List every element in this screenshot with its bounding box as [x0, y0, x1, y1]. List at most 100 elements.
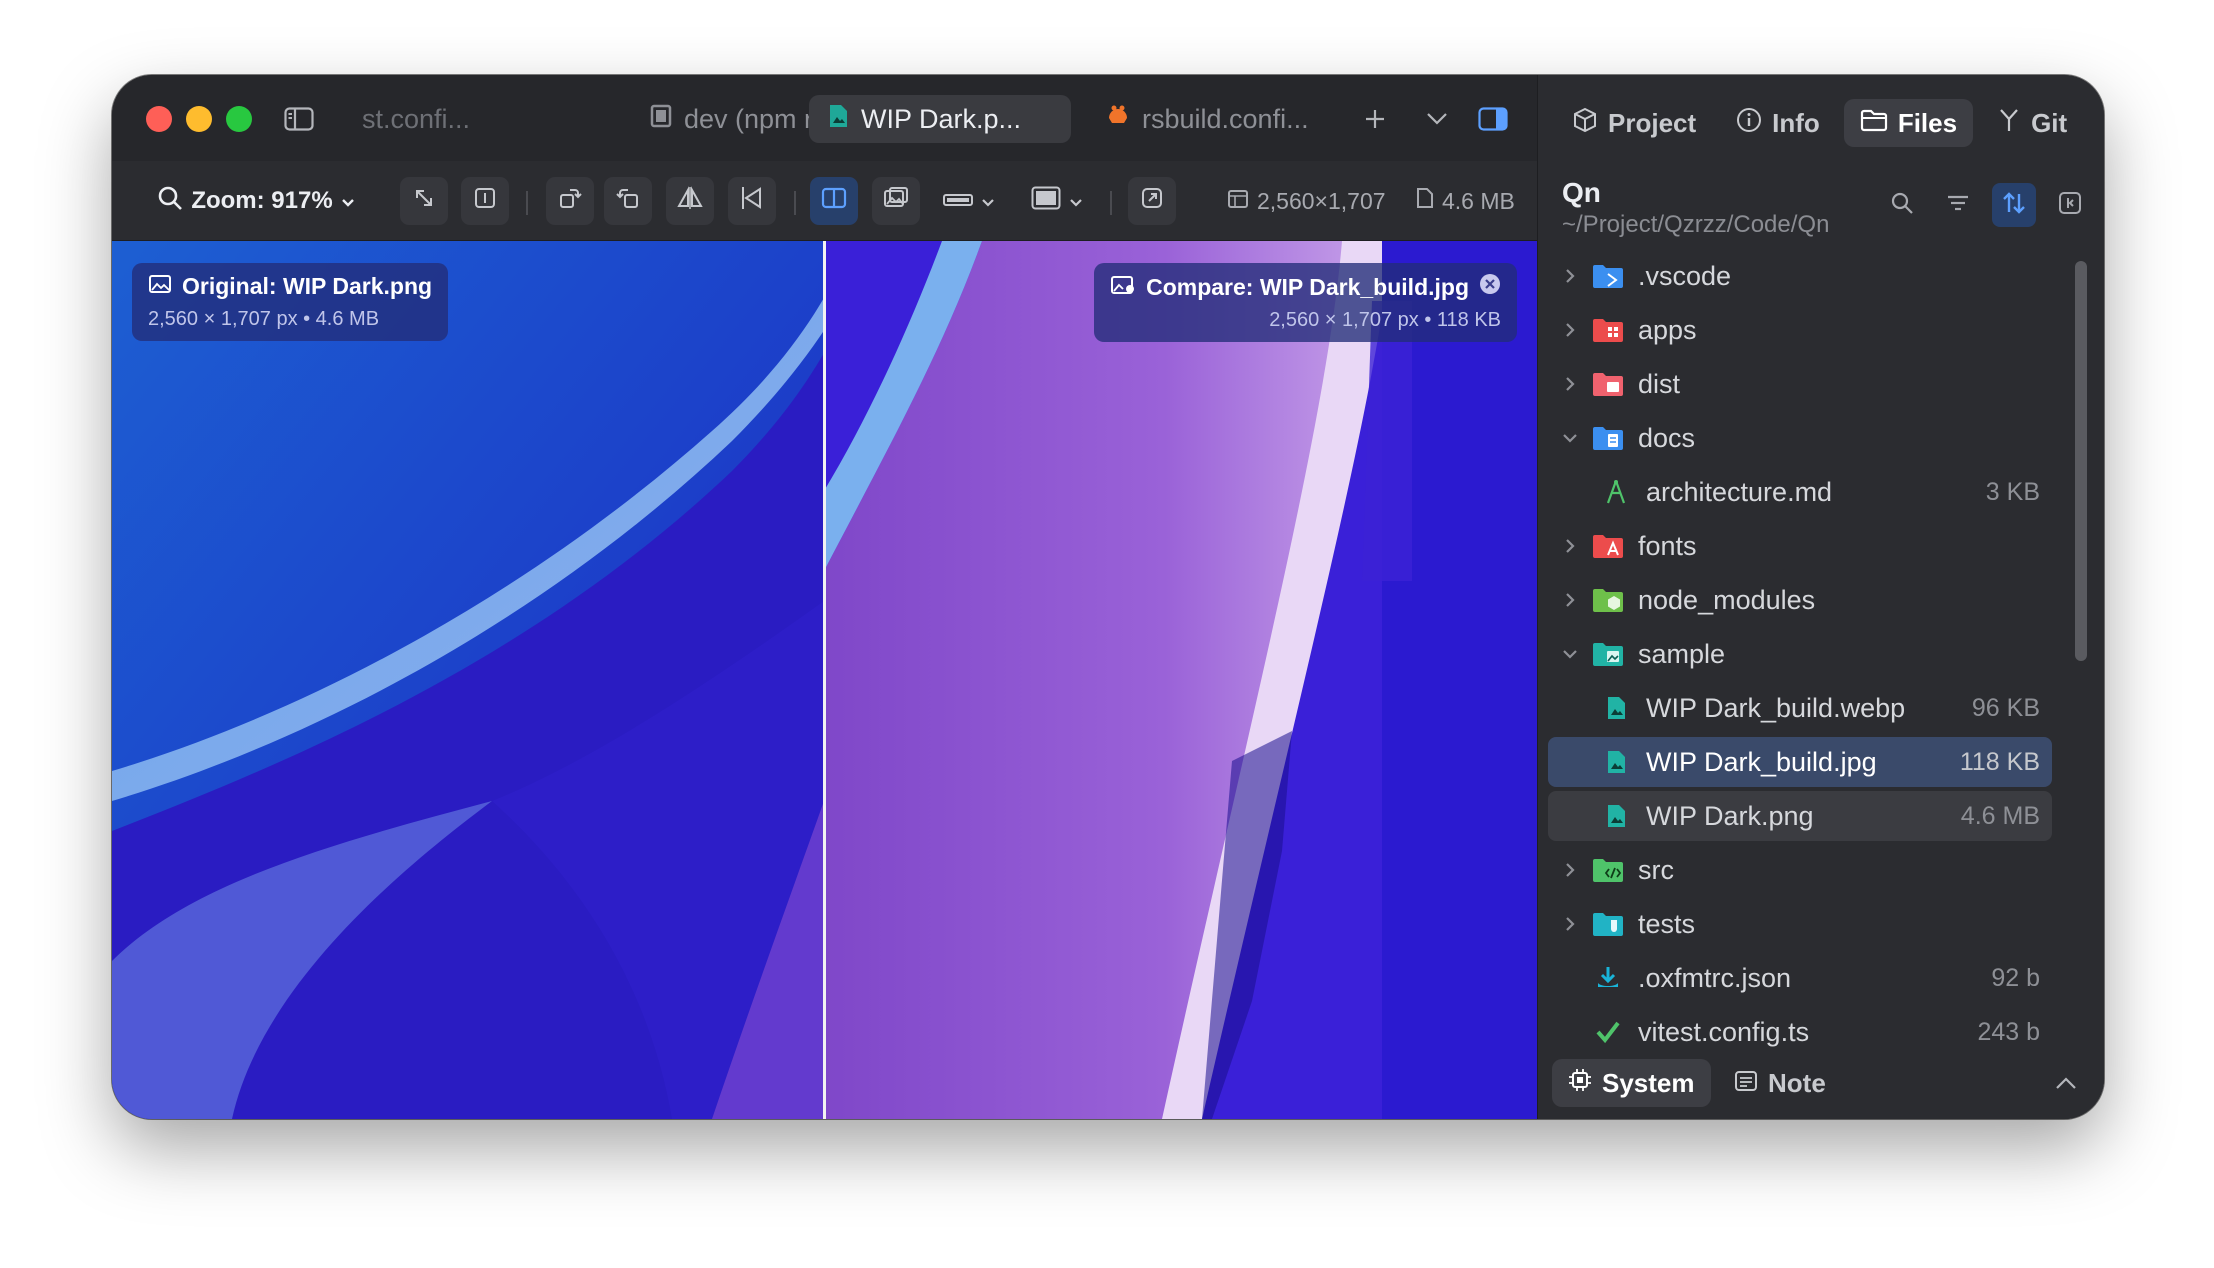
rotate-left-button[interactable]: [604, 177, 652, 225]
new-tab-icon[interactable]: [1357, 101, 1393, 137]
toolbar: Zoom: 917% 2,560×1,707 4.6 MB: [112, 161, 1537, 241]
flip-vertical-icon: [740, 185, 764, 218]
tab-info[interactable]: Info: [1720, 99, 1836, 147]
tests-folder-icon: [1592, 911, 1624, 937]
tree-row-apps[interactable]: apps: [1548, 305, 2052, 355]
chevron-right-icon[interactable]: [1558, 318, 1582, 342]
close-icon[interactable]: [1479, 273, 1501, 301]
chevron-right-icon[interactable]: [1558, 912, 1582, 936]
tree-row-label: dist: [1638, 368, 1681, 399]
chevron-down-icon[interactable]: [1419, 101, 1455, 137]
tree-row-label: apps: [1638, 314, 1697, 345]
rotate-left-icon: [616, 186, 640, 217]
chevron-right-icon[interactable]: [1558, 534, 1582, 558]
tree-row-label: src: [1638, 854, 1674, 885]
markdown-file-icon: [1600, 479, 1632, 505]
tab-git[interactable]: Git: [1981, 99, 2083, 147]
right-panel-toggle-icon[interactable]: [1474, 101, 1512, 137]
dist-folder-icon: [1592, 371, 1624, 397]
image-compare-canvas[interactable]: Original: WIP Dark.png 2,560 × 1,707 px …: [112, 241, 1537, 1119]
split-compare-button[interactable]: [810, 177, 858, 225]
compare-info-card: Compare: WIP Dark_build.jpg 2,560 × 1,70…: [1094, 263, 1517, 342]
tree-row-label: sample: [1638, 638, 1726, 669]
fit-to-window-button[interactable]: [400, 177, 448, 225]
overlay-compare-button[interactable]: [872, 177, 920, 225]
tree-row-oxfmtrc-json[interactable]: .oxfmtrc.json 92 b: [1548, 953, 2052, 1003]
folder-icon: [1860, 108, 1888, 139]
tree-row-wip-dark-build-webp[interactable]: WIP Dark_build.webp 96 KB: [1548, 683, 2052, 733]
images-folder-icon: [1592, 641, 1624, 667]
app-window: st.confi... dev (npm ru... WIP Dark.p...…: [112, 75, 2104, 1119]
chevron-up-icon[interactable]: [2046, 1065, 2086, 1101]
chevron-right-icon[interactable]: [1558, 858, 1582, 882]
image-dimensions: 2,560×1,707: [1227, 177, 1386, 225]
split-view-icon: [821, 187, 847, 216]
tree-row-fonts[interactable]: fonts: [1548, 521, 2052, 571]
tree-row-docs[interactable]: docs: [1548, 413, 2052, 463]
filter-button[interactable]: [1936, 183, 1980, 227]
tab-wip-dark[interactable]: WIP Dark.p...: [809, 95, 1071, 143]
compare-slider-divider[interactable]: [823, 241, 826, 1119]
file-size: 118 KB: [1959, 747, 2040, 776]
image-filesize: 4.6 MB: [1416, 177, 1515, 225]
tree-row-src[interactable]: src: [1548, 845, 2052, 895]
file-tree-scrollbar[interactable]: [2075, 261, 2087, 661]
chevron-down-icon[interactable]: [1558, 642, 1582, 666]
cpu-icon: [1568, 1068, 1592, 1099]
tab-label: Files: [1897, 107, 1958, 138]
tree-row-dist[interactable]: dist: [1548, 359, 2052, 409]
tree-row-label: WIP Dark.png: [1646, 800, 1814, 831]
tree-row-vitest-config[interactable]: vitest.config.ts 243 b: [1548, 1007, 2052, 1057]
tab-note[interactable]: Note: [1718, 1059, 1842, 1107]
flip-horizontal-button[interactable]: [666, 177, 714, 225]
sort-button[interactable]: [1992, 183, 2036, 227]
compare-title: Compare: WIP Dark_build.jpg: [1146, 273, 1469, 300]
minimize-window-button[interactable]: [186, 106, 212, 132]
chevron-right-icon[interactable]: [1558, 264, 1582, 288]
sidebar-toggle-icon[interactable]: [280, 101, 318, 137]
original-title: Original: WIP Dark.png: [182, 273, 433, 299]
zoom-dropdown[interactable]: Zoom: 917%: [156, 177, 356, 225]
tree-row-wip-dark-build-jpg[interactable]: WIP Dark_build.jpg 118 KB: [1548, 737, 2052, 787]
tree-row-vscode[interactable]: .vscode: [1548, 251, 2052, 301]
chevron-right-icon[interactable]: [1558, 588, 1582, 612]
flip-vertical-button[interactable]: [728, 177, 776, 225]
sidebar-panel: Project Info Files Git Qn ~/Project/Qzrz…: [1537, 75, 2104, 1119]
image-file-icon: [1600, 695, 1632, 721]
zoom-window-button[interactable]: [226, 106, 252, 132]
tab-label: st.confi...: [362, 103, 471, 134]
apps-folder-icon: [1592, 317, 1624, 343]
chevron-down-icon: [1069, 187, 1083, 215]
tab-project[interactable]: Project: [1556, 99, 1712, 147]
tree-row-node-modules[interactable]: node_modules: [1548, 575, 2052, 625]
chevron-down-icon[interactable]: [1558, 426, 1582, 450]
rotate-right-button[interactable]: [546, 177, 594, 225]
tab-config[interactable]: st.confi...: [344, 95, 544, 143]
tree-row-wip-dark-png[interactable]: WIP Dark.png 4.6 MB: [1548, 791, 2052, 841]
tree-row-architecture-md[interactable]: architecture.md 3 KB: [1548, 467, 2052, 517]
collapse-all-button[interactable]: [2048, 183, 2092, 227]
tab-rsbuild[interactable]: rsbuild.confi...: [1088, 95, 1343, 143]
project-name: Qn: [1562, 177, 1601, 208]
dimensions-text: 2,560×1,707: [1257, 187, 1386, 214]
background-dropdown[interactable]: [934, 177, 1004, 225]
tab-system[interactable]: System: [1552, 1059, 1711, 1107]
rotate-right-icon: [558, 186, 582, 217]
close-window-button[interactable]: [146, 106, 172, 132]
src-folder-icon: [1592, 857, 1624, 883]
search-files-button[interactable]: [1880, 183, 1924, 227]
toolbar-separator: [794, 191, 796, 215]
frame-dropdown[interactable]: [1022, 177, 1092, 225]
info-icon: [1736, 107, 1762, 140]
tab-files[interactable]: Files: [1843, 99, 1974, 147]
tree-row-label: tests: [1638, 908, 1696, 939]
tab-label: Info: [1772, 107, 1820, 138]
oxfmt-config-icon: [1592, 965, 1624, 991]
search-icon: [157, 185, 183, 218]
tree-row-sample[interactable]: sample: [1548, 629, 2052, 679]
actual-size-button[interactable]: [461, 177, 509, 225]
open-external-button[interactable]: [1128, 177, 1176, 225]
filter-icon: [1946, 193, 1970, 218]
chevron-right-icon[interactable]: [1558, 372, 1582, 396]
tree-row-tests[interactable]: tests: [1548, 899, 2052, 949]
